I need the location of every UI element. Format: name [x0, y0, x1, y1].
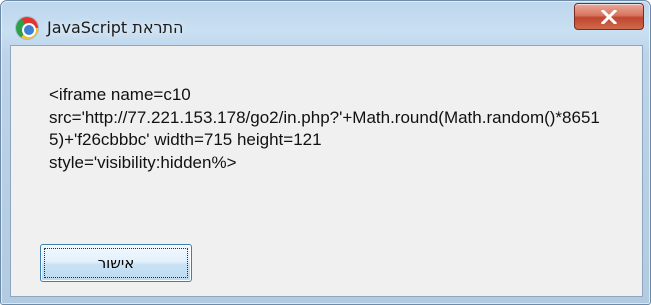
- close-button[interactable]: [574, 3, 644, 30]
- alert-dialog-window: JavaScript התראת <iframe name=c10 src='h…: [0, 0, 651, 305]
- title-bar[interactable]: JavaScript התראת: [1, 1, 650, 45]
- close-x-icon: [575, 4, 643, 29]
- ok-button-label: אישור: [97, 254, 135, 272]
- dialog-title: JavaScript התראת: [47, 18, 184, 37]
- dialog-body: <iframe name=c10 src='http://77.221.153.…: [10, 45, 643, 297]
- chrome-browser-icon: [16, 17, 38, 39]
- alert-message: <iframe name=c10 src='http://77.221.153.…: [49, 85, 600, 172]
- ok-button[interactable]: אישור: [40, 244, 192, 282]
